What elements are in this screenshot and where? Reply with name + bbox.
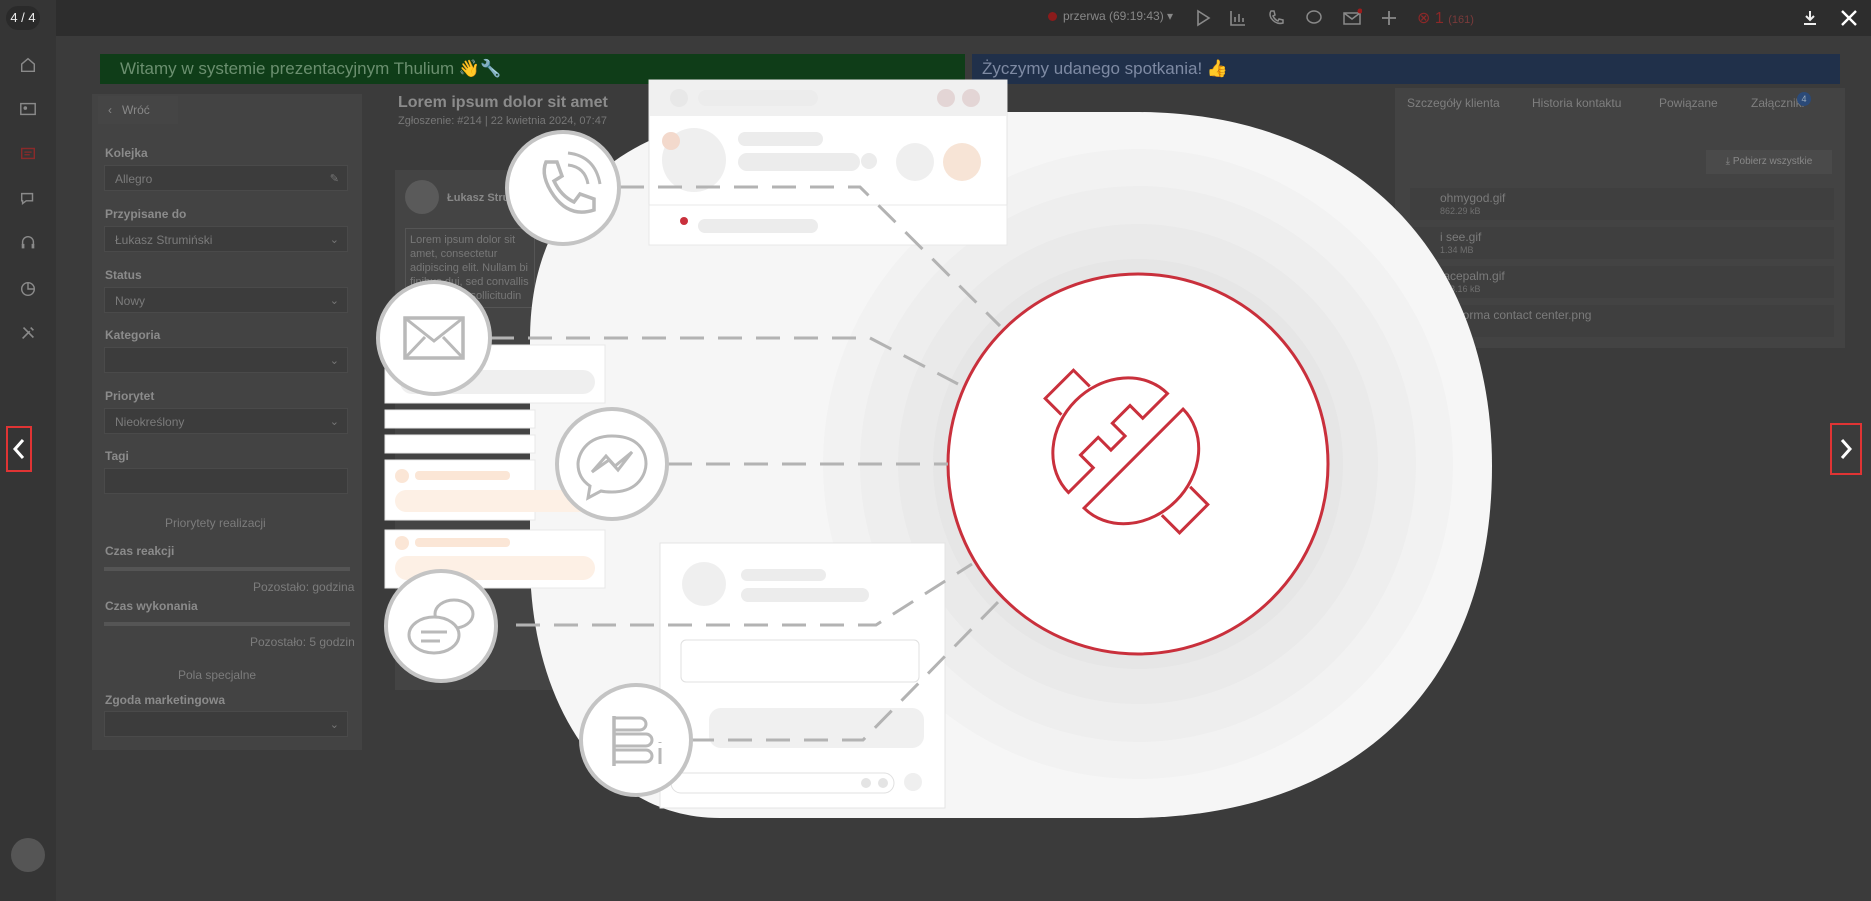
crm-channel-icon	[579, 683, 693, 797]
email-channel-icon	[376, 280, 492, 396]
chat-channel-icon	[384, 569, 498, 683]
phone-channel-icon	[505, 130, 621, 246]
integration-illustration	[376, 79, 1492, 818]
messenger-channel-icon	[555, 407, 669, 521]
plug-circle	[946, 272, 1330, 656]
